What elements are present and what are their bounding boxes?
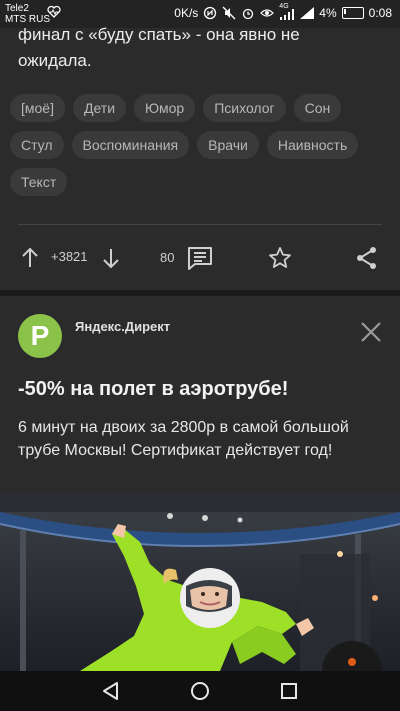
comments-count[interactable]: 80 <box>160 250 174 265</box>
tag-son[interactable]: Сон <box>293 94 342 122</box>
health-heart-icon <box>47 5 61 18</box>
divider <box>18 224 382 225</box>
signal-bars-icon <box>280 9 295 20</box>
post-text-line-2: ожидала. <box>18 51 92 70</box>
signal-4g: 4G <box>279 3 295 20</box>
battery-percent: 4% <box>319 6 337 20</box>
post-text: финал с «буду спать» - она явно не ожида… <box>18 22 378 74</box>
tag-tekst[interactable]: Текст <box>10 168 68 196</box>
back-icon[interactable] <box>99 679 123 703</box>
ad-logo: P <box>18 314 62 358</box>
ad-title[interactable]: -50% на полет в аэротрубе! <box>18 378 288 401</box>
ad-card[interactable]: P Яндекс.Директ -50% на полет в аэротруб… <box>0 296 400 671</box>
comments-button[interactable] <box>187 240 213 276</box>
ad-source: Яндекс.Директ <box>75 319 171 334</box>
close-icon[interactable] <box>360 321 382 343</box>
battery-icon <box>341 7 364 19</box>
tag-vospominaniya[interactable]: Воспоминания <box>71 131 190 159</box>
navigation-bar <box>0 671 400 711</box>
nfc-icon <box>204 6 217 20</box>
arrow-up-icon <box>22 247 38 267</box>
star-icon <box>269 247 291 268</box>
tag-stul[interactable]: Стул <box>10 131 64 159</box>
tag-moyo[interactable]: [моё] <box>10 94 65 122</box>
share-button[interactable] <box>356 240 378 276</box>
share-icon <box>357 247 376 269</box>
upvote-button[interactable] <box>20 240 40 276</box>
save-button[interactable] <box>268 240 292 276</box>
mute-icon <box>222 6 236 20</box>
ad-image[interactable] <box>0 494 400 671</box>
recents-icon[interactable] <box>277 679 301 703</box>
home-icon[interactable] <box>188 679 212 703</box>
carrier-1: Tele2 <box>5 3 29 14</box>
tag-list: [моё] Дети Юмор Психолог Сон Стул Воспом… <box>10 94 395 196</box>
post-card: финал с «буду спать» - она явно не ожида… <box>0 25 400 290</box>
arrow-down-icon <box>103 249 119 269</box>
status-right: 0K/s 4G 4% 0:08 <box>174 3 392 20</box>
clock: 0:08 <box>368 6 392 20</box>
net-speed: 0K/s <box>174 6 199 20</box>
post-text-line-1: финал с «буду спать» - она явно не <box>18 25 300 44</box>
ad-body: 6 минут на двоих за 2800р в самой большо… <box>18 419 349 459</box>
rating-value: +3821 <box>51 249 88 264</box>
tag-psikholog[interactable]: Психолог <box>203 94 286 122</box>
eye-icon <box>260 9 275 17</box>
post-actions: +3821 80 <box>0 240 400 276</box>
tag-deti[interactable]: Дети <box>72 94 127 122</box>
alarm-icon <box>243 8 254 20</box>
tag-naivnost[interactable]: Наивность <box>266 131 359 159</box>
tag-yumor[interactable]: Юмор <box>134 94 196 122</box>
tag-vrachi[interactable]: Врачи <box>197 131 259 159</box>
signal-bars-2-icon <box>300 7 315 19</box>
downvote-button[interactable] <box>101 240 121 276</box>
comment-icon <box>188 247 212 270</box>
